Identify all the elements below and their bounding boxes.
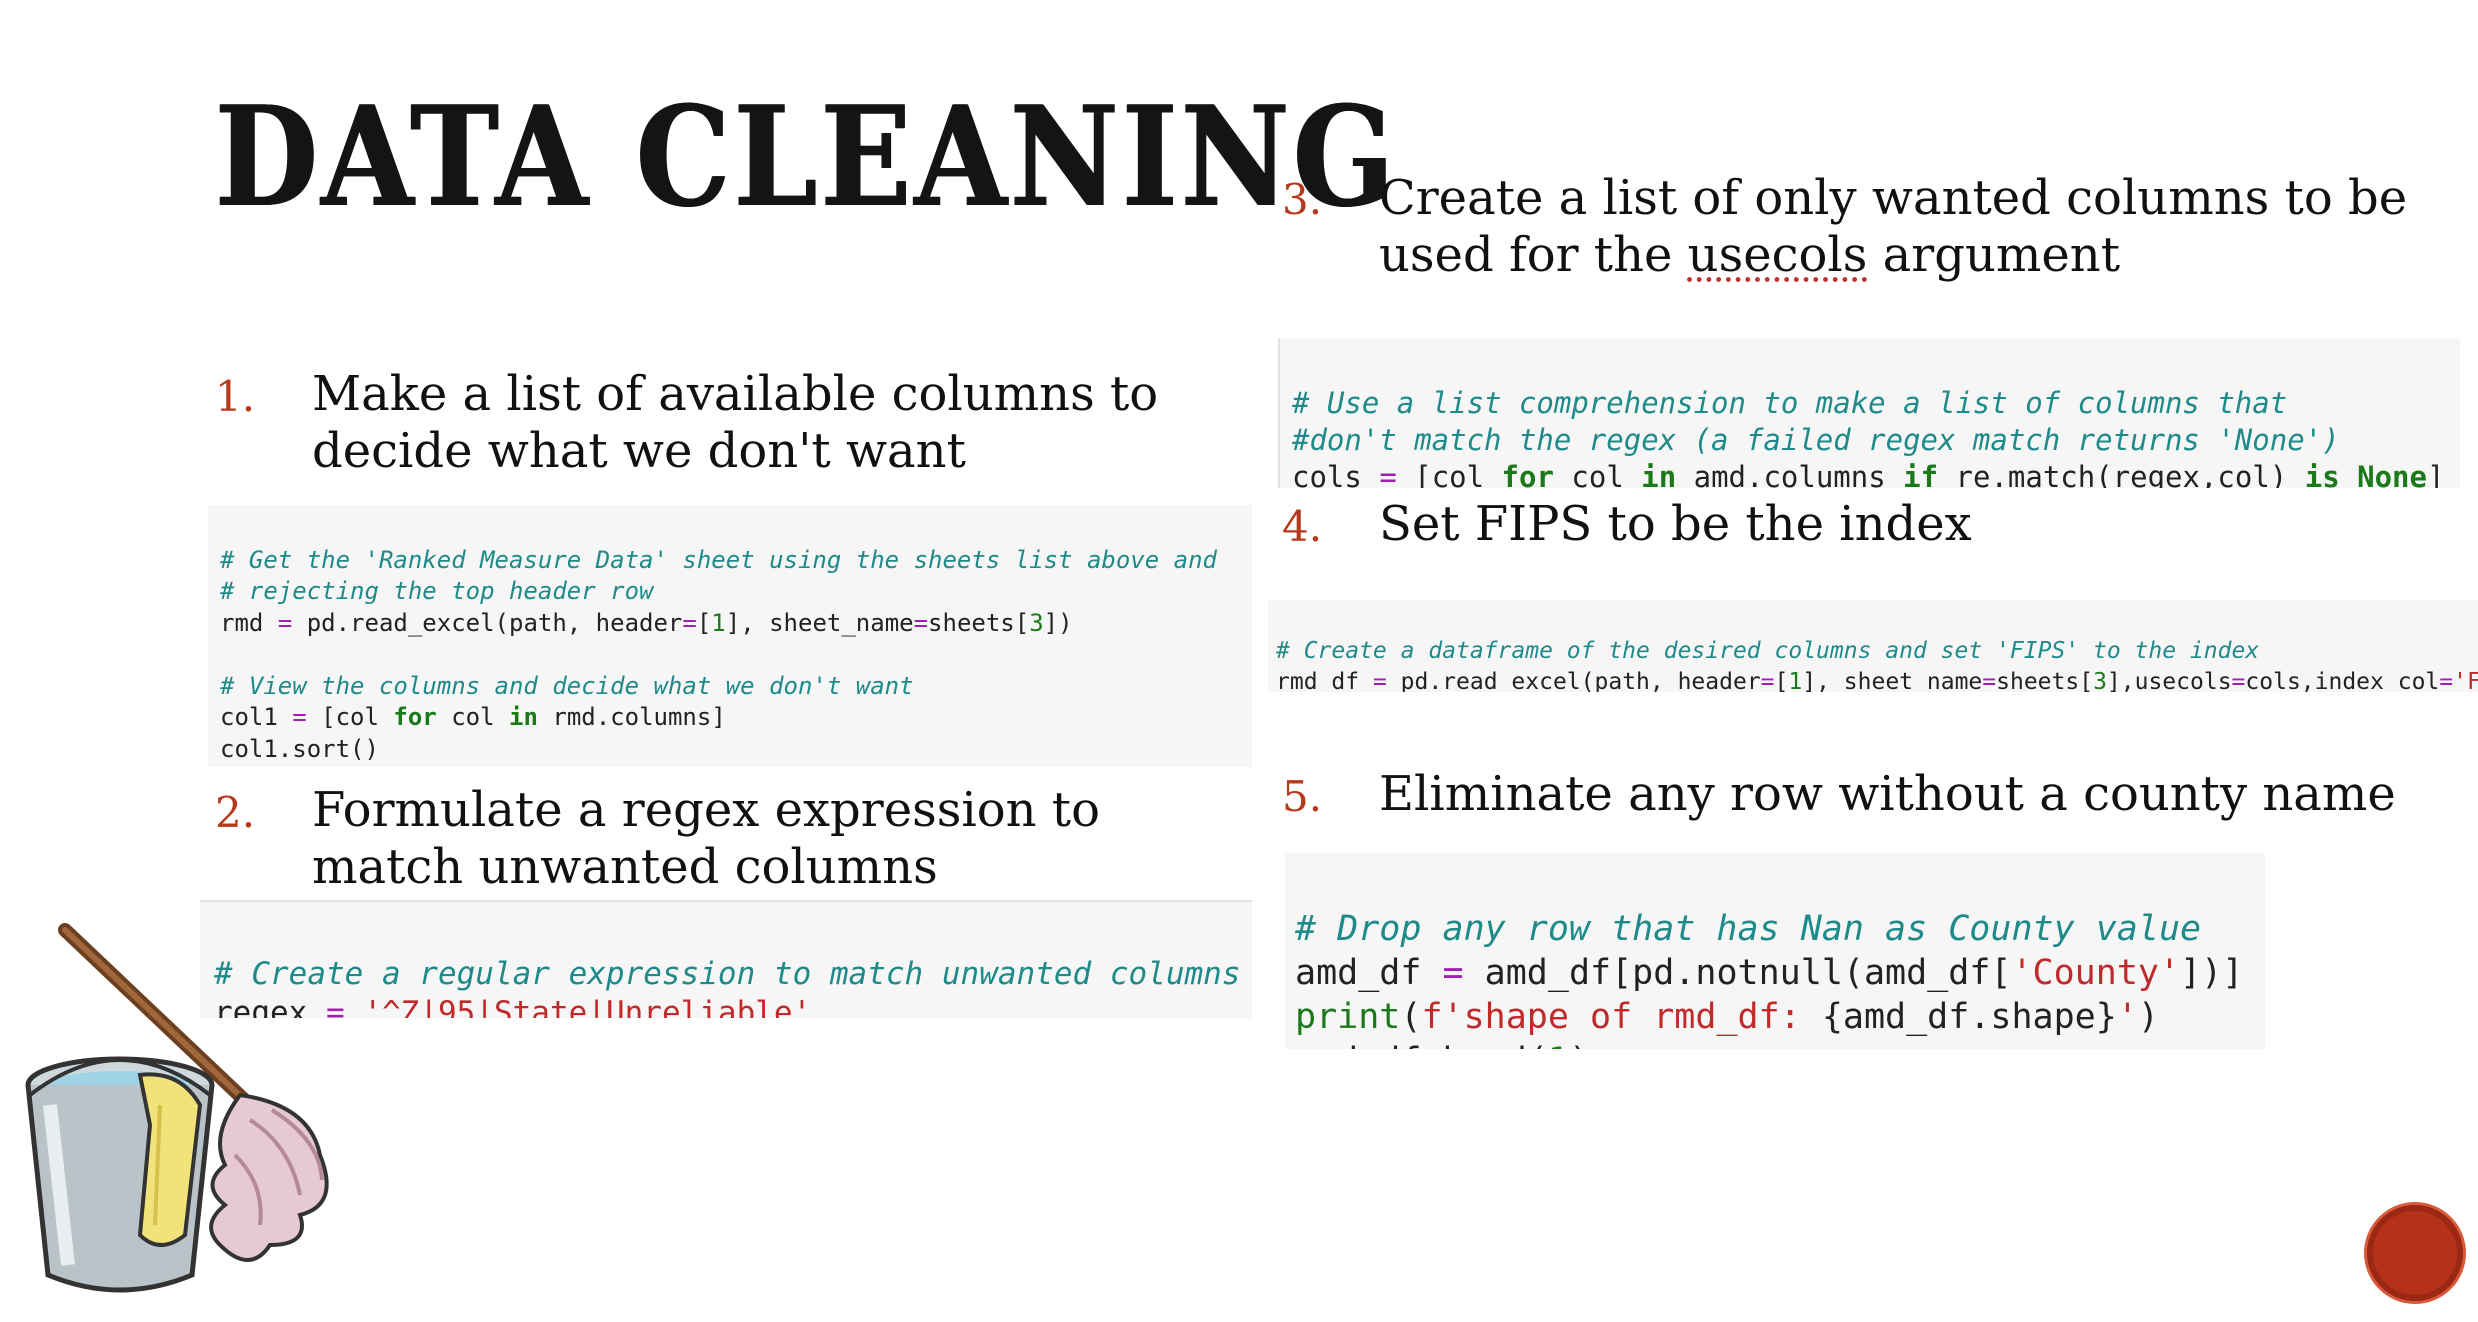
step-2-line2: match unwanted columns: [312, 839, 938, 895]
code5-line-4: amd_df.head(1): [1295, 1039, 2255, 1049]
code1-line-5: col1 = [col for col in rmd.columns]: [220, 703, 726, 731]
code-cell-3: # Use a list comprehension to make a lis…: [1278, 338, 2460, 488]
step-5-text: Eliminate any row without a county name: [1379, 766, 2396, 823]
code3-comment-2: #don't match the regex (a failed regex m…: [1292, 423, 2340, 457]
circle-logo-icon: [2367, 1205, 2463, 1301]
step-4-text: Set FIPS to be the index: [1379, 496, 1972, 553]
code1-comment-1: # Get the 'Ranked Measure Data' sheet us…: [220, 545, 1217, 574]
step-3-line2: used for the usecols argument: [1379, 227, 2120, 283]
code5-line-3: print(f'shape of rmd_df: {amd_df.shape}'…: [1295, 997, 2159, 1037]
code5-line-2: amd_df = amd_df[pd.notnull(amd_df['Count…: [1295, 953, 2244, 993]
code-cell-5: # Drop any row that has Nan as County va…: [1285, 853, 2265, 1049]
code1-line-7: col1: [220, 765, 1240, 767]
code1-line-6: col1.sort(): [220, 734, 379, 763]
step-3-line1: Create a list of only wanted columns to …: [1379, 170, 2408, 226]
code4-comment-1: # Create a dataframe of the desired colu…: [1276, 637, 2260, 664]
step-1-line1: Make a list of available columns to: [312, 366, 1159, 422]
code3-comment-1: # Use a list comprehension to make a lis…: [1292, 386, 2288, 420]
step-1-line2: decide what we don't want: [312, 423, 966, 479]
step-2-text: Formulate a regex expression to match un…: [312, 782, 1100, 896]
code1-comment-2: # rejecting the top header row: [220, 577, 654, 605]
step-4-number: 4.: [1282, 502, 1323, 551]
slide-title: DATA CLEANING: [215, 75, 1398, 238]
usecols-word: usecols: [1687, 227, 1868, 283]
step-2-number: 2.: [215, 788, 256, 837]
code4-line-2: rmd_df = pd.read_excel(path, header=[1],…: [1276, 669, 2478, 692]
step-5-line1: Eliminate any row without a county name: [1379, 766, 2396, 822]
step-1-text: Make a list of available columns to deci…: [312, 366, 1158, 480]
code3-line-3: cols = [col for col in amd.columns if re…: [1292, 460, 2445, 488]
step-1-number: 1.: [215, 372, 256, 421]
code-cell-1: # Get the 'Ranked Measure Data' sheet us…: [208, 505, 1252, 767]
code-cell-4: # Create a dataframe of the desired colu…: [1268, 600, 2478, 692]
step-3-number: 3.: [1282, 175, 1323, 224]
code5-comment-1: # Drop any row that has Nan as County va…: [1295, 909, 2202, 949]
step-4-line1: Set FIPS to be the index: [1379, 496, 1972, 552]
code1-line-3: rmd = pd.read_excel(path, header=[1], sh…: [220, 608, 1073, 637]
code1-comment-4: # View the columns and decide what we do…: [220, 671, 914, 700]
mop-bucket-clipart-icon: [25, 923, 329, 1293]
step-3-text: Create a list of only wanted columns to …: [1379, 170, 2407, 284]
step-2-line1: Formulate a regex expression to: [312, 782, 1100, 838]
step-5-number: 5.: [1282, 772, 1323, 821]
